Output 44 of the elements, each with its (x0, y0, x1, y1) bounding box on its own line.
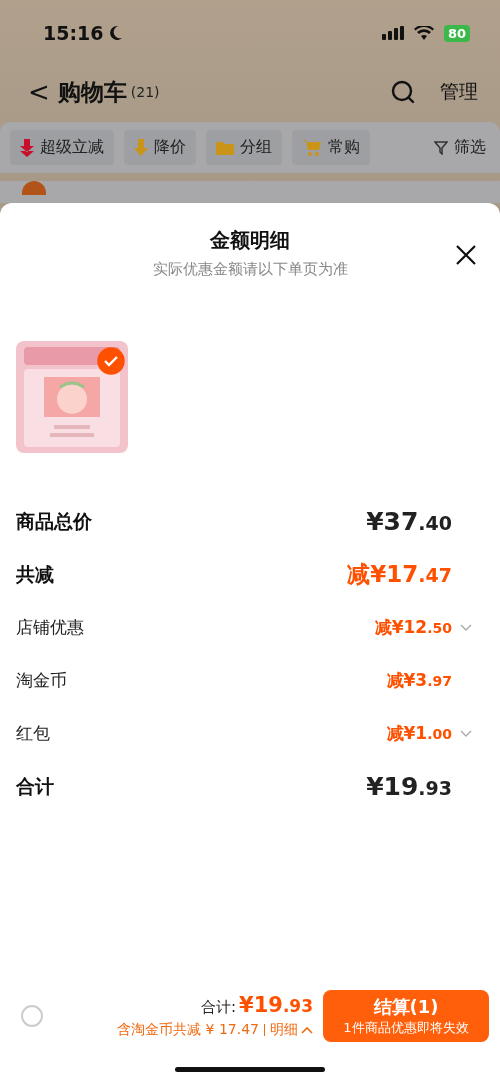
arrow-down-icon (134, 138, 148, 157)
total-label: 合计: (200, 998, 237, 1016)
chevron-down-icon[interactable] (460, 729, 472, 738)
price-amount: 减¥17.47 (347, 560, 452, 589)
check-badge-icon[interactable] (97, 347, 125, 375)
filter-chip[interactable]: 降价 (124, 130, 196, 165)
filter-chip[interactable]: 超级立减 (10, 130, 114, 165)
price-amount: ¥37.40 (366, 507, 452, 536)
back-button[interactable]: < (24, 77, 54, 107)
price-amount: 减¥3.97 (386, 669, 452, 692)
arrow-down-icon (20, 138, 34, 157)
savings-text: 含淘金币共减 ¥ 17.47 (117, 1021, 259, 1039)
search-icon[interactable] (390, 79, 416, 105)
price-label: 商品总价 (16, 508, 92, 534)
price-label: 淘金币 (16, 669, 67, 692)
cart-icon (302, 138, 322, 157)
funnel-icon (434, 140, 448, 155)
status-time: 15:16 (43, 22, 104, 44)
price-label: 红包 (16, 722, 50, 745)
sheet-subtitle: 实际优惠金额请以下单页为准 (151, 260, 349, 279)
filter-button[interactable]: 筛选 (430, 130, 490, 165)
page-title: 购物车 (57, 77, 127, 107)
price-label: 共减 (16, 561, 54, 587)
price-amount: 减¥1.00 (386, 722, 452, 745)
detail-link[interactable]: 明细 (270, 1021, 313, 1039)
moon-icon (109, 25, 124, 41)
price-label: 合计 (16, 773, 54, 799)
close-icon[interactable] (455, 244, 477, 266)
chevron-up-icon (301, 1026, 313, 1034)
price-amount: ¥19.93 (366, 772, 452, 801)
chevron-down-icon[interactable] (460, 623, 472, 632)
price-amount: 减¥12.50 (374, 616, 452, 639)
filter-chip[interactable]: 分组 (206, 130, 282, 165)
wifi-icon (413, 26, 434, 40)
sheet-title: 金额明细 (209, 227, 291, 254)
filter-chip[interactable]: 常购 (292, 130, 370, 165)
battery-level: 80 (443, 24, 470, 42)
shop-avatar (22, 181, 46, 195)
item-count: (21) (130, 84, 160, 100)
select-all-radio[interactable] (21, 1005, 43, 1027)
manage-button[interactable]: 管理 (440, 79, 478, 105)
folder-icon (216, 140, 234, 155)
total-amount: ¥19.93 (239, 997, 313, 1016)
price-label: 店铺优惠 (16, 616, 84, 639)
